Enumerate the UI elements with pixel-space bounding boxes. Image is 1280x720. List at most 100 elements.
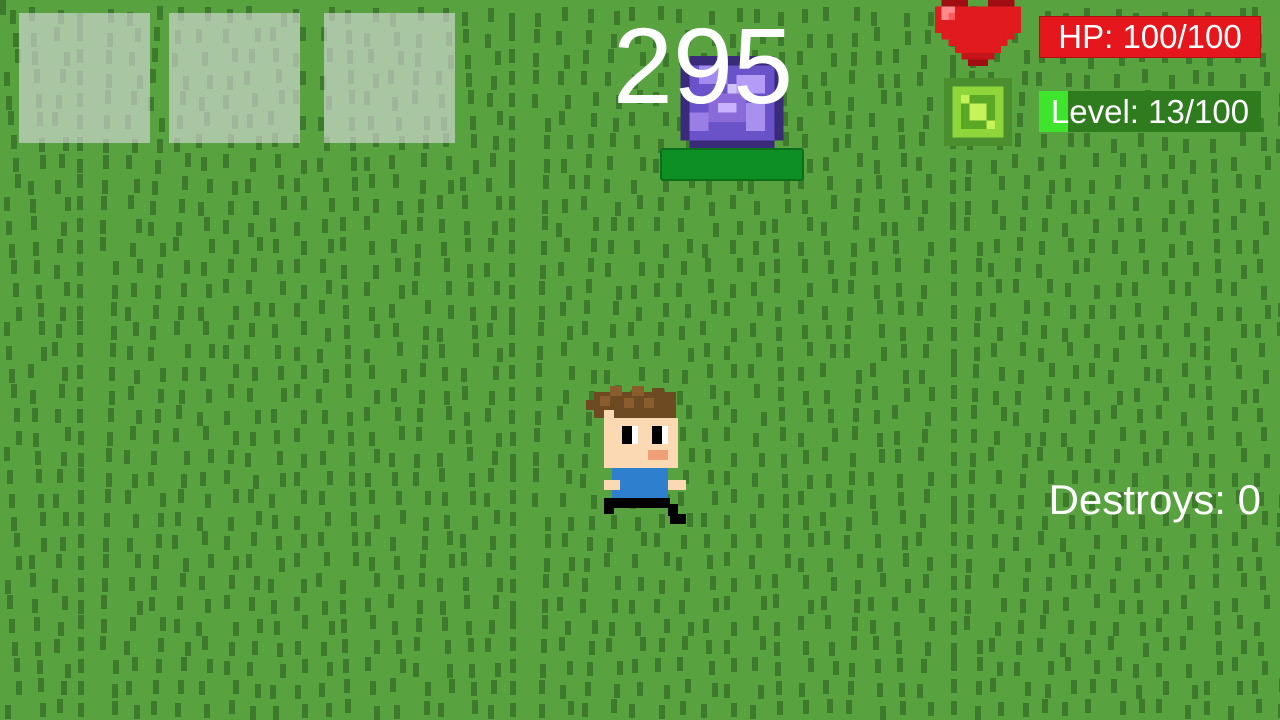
grass-blade [632,659,638,673]
grass-blade [301,454,307,468]
grass-blade [509,49,515,63]
grass-blade [951,643,957,657]
grass-blade [1215,621,1221,635]
grass-blade [1189,575,1195,589]
grass-blade [1049,363,1055,377]
grass-blade [155,160,161,174]
grass-blade [565,621,571,635]
grass-blade [65,427,71,441]
grass-blade [855,389,861,403]
grass-blade [295,685,301,699]
grass-blade [352,532,358,546]
grass-blade [184,451,190,465]
grass-blade [274,430,280,444]
grass-blade [178,489,184,503]
grass-blade [112,285,118,299]
grass-blade [510,468,516,482]
grass-blade [564,238,570,252]
inventory-slot-1[interactable] [19,13,150,143]
grass-blade [1232,598,1238,612]
grass-blade [223,154,229,168]
grass-blade [902,179,908,193]
grass-blade [916,532,922,546]
grass-blade [798,616,804,630]
grass-blade [964,616,970,630]
grass-blade [799,683,805,697]
grass-blade [38,494,44,508]
grass-blade [604,553,610,567]
grass-blade [629,600,635,614]
grass-blade [925,642,931,656]
grass-blade [204,704,210,718]
grass-blade [688,348,694,362]
grass-blade [545,517,551,531]
grass-blade [1255,324,1261,338]
grass-blade [439,468,445,482]
grass-blade [639,262,645,276]
grass-blade [294,428,300,442]
grass-blade [584,558,590,572]
grass-blade [228,201,234,215]
grass-blade [419,573,425,587]
grass-blade [1108,636,1114,650]
grass-blade [1085,699,1091,713]
grass-blade [731,534,737,548]
grass-blade [807,159,813,173]
grass-blade [562,199,568,213]
grass-blade [658,197,664,211]
grass-blade [1093,219,1099,233]
grass-blade [993,574,999,588]
grass-blade [1264,72,1270,86]
grass-blade [60,537,66,551]
grass-blade [892,597,898,611]
grass-blade [127,346,133,360]
grass-blade [896,640,902,654]
grass-blade [1142,69,1148,83]
grass-blade [1116,283,1122,297]
grass-blade [184,260,190,274]
grass-blade [1042,516,1048,530]
grass-blade [276,536,282,550]
game-viewport[interactable]: 295 HP: 100/100 Level: 13/100 Destroys: … [0,0,1280,720]
grass-blade [413,663,419,677]
inventory-slot-2[interactable] [169,13,300,143]
grass-blade [1263,370,1269,384]
grass-blade [773,594,779,608]
grass-blade [904,196,910,210]
grass-blade [374,706,380,720]
grass-blade [990,303,996,317]
grass-blade [567,135,573,149]
grass-blade [1163,431,1169,445]
grass-blade [401,220,407,234]
grass-blade [951,621,957,635]
grass-blade [271,600,277,614]
grass-blade [35,642,41,656]
grass-blade [588,134,594,148]
grass-blade [7,470,13,484]
inventory-slot-3[interactable] [324,13,455,143]
grass-blade [509,116,515,130]
grass-blade [278,175,284,189]
grass-blade [341,265,347,279]
grass-blade [149,597,155,611]
grass-blade [353,552,359,566]
grass-blade [294,472,300,486]
grass-blade [586,279,592,293]
grass-blade [278,366,284,380]
grass-blade [136,410,142,424]
grass-blade [1191,302,1197,316]
grass-blade [1025,682,1031,696]
grass-blade [997,662,1003,676]
grass-blade [821,222,827,236]
grass-blade [964,217,970,231]
grass-blade [173,428,179,442]
grass-blade [425,491,431,505]
grass-blade [78,681,84,695]
grass-blade [1140,622,1146,636]
grass-blade [36,469,42,483]
grass-blade [4,197,10,211]
grass-blade [30,199,36,213]
grass-blade [772,574,778,588]
grass-blade [1037,638,1043,652]
grass-blade [779,407,785,421]
